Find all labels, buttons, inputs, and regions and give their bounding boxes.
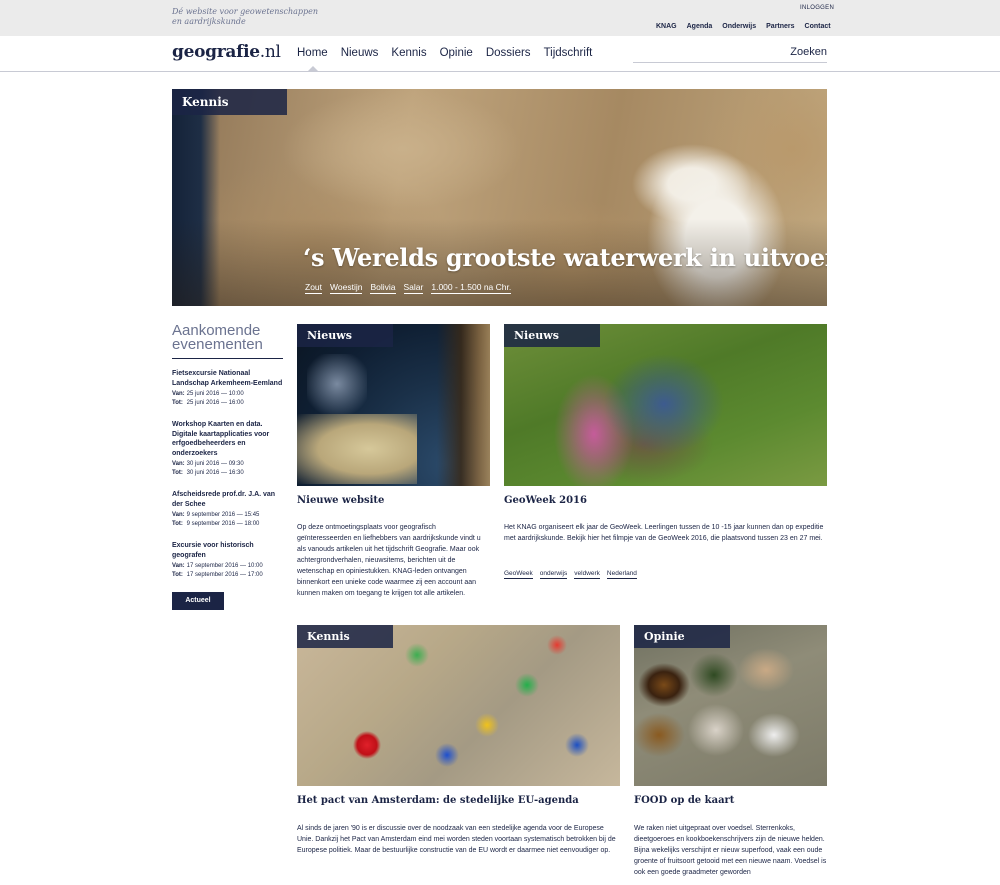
search-box: [633, 44, 827, 63]
event-from-value: 17 september 2016 — 10:00: [186, 563, 263, 569]
nav-item-opinie[interactable]: Opinie: [440, 47, 473, 59]
hero-tag[interactable]: Salar: [403, 282, 424, 294]
event-to: Tot: 17 september 2016 — 17:00: [172, 571, 283, 580]
hero-feature[interactable]: Kennis ‘s Werelds grootste waterwerk in …: [172, 89, 827, 306]
top-bar: Dé website voor geowetenschappen en aard…: [0, 0, 1000, 37]
event-from-label: Van:: [172, 512, 185, 518]
globe-shape: [297, 414, 417, 484]
article-category-label: Nieuws: [297, 324, 393, 347]
event-to-value: 25 juni 2016 — 16:00: [186, 400, 244, 406]
event-to-value: 9 september 2016 — 18:00: [186, 521, 260, 527]
top-link-partners[interactable]: Partners: [766, 23, 794, 30]
event-to-label: Tot:: [172, 572, 183, 578]
article-tag[interactable]: onderwijs: [539, 570, 568, 579]
event-from-value: 25 juni 2016 — 10:00: [186, 391, 244, 397]
article-card[interactable]: Nieuws GeoWeek 2016 Het KNAG organiseert…: [504, 324, 827, 584]
article-category-label: Opinie: [634, 625, 730, 648]
event-title[interactable]: Afscheidsrede prof.dr. J.A. van der Sche…: [172, 490, 283, 509]
event-from: Van: 30 juni 2016 — 09:30: [172, 460, 283, 469]
article-excerpt: Al sinds de jaren '90 is er discussie ov…: [297, 825, 616, 854]
event-from: Van: 25 juni 2016 — 10:00: [172, 390, 283, 399]
globe-rim: [437, 324, 490, 486]
article-card[interactable]: Kennis Het pact van Amsterdam: de stedel…: [297, 625, 620, 870]
top-link-onderwijs[interactable]: Onderwijs: [722, 23, 756, 30]
event-from-value: 30 juni 2016 — 09:30: [186, 461, 244, 467]
event-title[interactable]: Excursie voor historisch geografen: [172, 541, 283, 560]
top-link-knag[interactable]: KNAG: [656, 23, 677, 30]
hero-tag[interactable]: Woestijn: [330, 282, 363, 294]
event-item[interactable]: Afscheidsrede prof.dr. J.A. van der Sche…: [172, 490, 283, 529]
logo-name: geografie: [172, 42, 260, 62]
nav-item-kennis[interactable]: Kennis: [391, 47, 426, 59]
nav-item-nieuws[interactable]: Nieuws: [341, 47, 379, 59]
tagline-line-2: en aardrijkskunde: [172, 17, 246, 26]
nav-item-home[interactable]: Home: [297, 47, 328, 59]
hero-title[interactable]: ‘s Werelds grootste waterwerk in uitvoer…: [303, 243, 827, 272]
actueel-button[interactable]: Actueel: [172, 592, 224, 610]
article-tag[interactable]: Nederland: [606, 570, 637, 579]
top-link-agenda[interactable]: Agenda: [687, 23, 713, 30]
search-input[interactable]: [637, 44, 827, 60]
logo-tld: .nl: [259, 42, 281, 62]
event-to: Tot: 30 juni 2016 — 16:30: [172, 469, 283, 478]
event-item[interactable]: Excursie voor historisch geografen Van: …: [172, 541, 283, 580]
events-heading-line-2: evenementen: [172, 336, 263, 353]
article-card[interactable]: Opinie FOOD op de kaart We raken niet ui…: [634, 625, 827, 880]
event-from-value: 9 september 2016 — 15:45: [186, 512, 260, 518]
article-tags: GeoWeek onderwijs veldwerk Nederland: [504, 570, 637, 579]
tagline-line-1: Dé website voor geowetenschappen: [172, 7, 319, 16]
login-link[interactable]: INLOGGEN: [800, 5, 834, 11]
article-title[interactable]: FOOD op de kaart: [634, 795, 734, 806]
article-image[interactable]: [504, 324, 827, 486]
article-card[interactable]: Nieuws Nieuwe website Op deze ontmoeting…: [297, 324, 490, 614]
site-logo[interactable]: geografie.nl: [172, 42, 281, 62]
event-to: Tot: 9 september 2016 — 18:00: [172, 520, 283, 529]
article-category-label: Kennis: [297, 625, 393, 648]
hero-tag[interactable]: Zout: [305, 282, 323, 294]
event-item[interactable]: Fietsexcursie Nationaal Landschap Arkemh…: [172, 369, 283, 408]
event-title[interactable]: Workshop Kaarten en data. Digitale kaart…: [172, 420, 283, 458]
article-title[interactable]: GeoWeek 2016: [504, 495, 587, 506]
event-to-label: Tot:: [172, 521, 183, 527]
nav-item-tijdschrift[interactable]: Tijdschrift: [544, 47, 593, 59]
nav-item-dossiers[interactable]: Dossiers: [486, 47, 531, 59]
article-tag[interactable]: veldwerk: [574, 570, 600, 579]
hero-tag[interactable]: Bolivia: [370, 282, 396, 294]
event-from: Van: 9 september 2016 — 15:45: [172, 511, 283, 520]
event-to-label: Tot:: [172, 470, 183, 476]
article-title[interactable]: Nieuwe website: [297, 495, 384, 506]
article-tag[interactable]: GeoWeek: [504, 570, 533, 579]
event-title[interactable]: Fietsexcursie Nationaal Landschap Arkemh…: [172, 369, 283, 388]
top-link-contact[interactable]: Contact: [805, 23, 831, 30]
article-title[interactable]: Het pact van Amsterdam: de stedelijke EU…: [297, 795, 579, 806]
article-image[interactable]: [297, 324, 490, 486]
article-excerpt: Op deze ontmoetingsplaats voor geografis…: [297, 524, 481, 597]
article-category-label: Nieuws: [504, 324, 600, 347]
events-sidebar: Aankomende evenementen Fietsexcursie Nat…: [172, 323, 283, 610]
events-heading: Aankomende evenementen: [172, 323, 283, 359]
article-excerpt: We raken niet uitgepraat over voedsel. S…: [634, 825, 827, 876]
event-to-label: Tot:: [172, 400, 183, 406]
event-to-value: 30 juni 2016 — 16:30: [186, 470, 244, 476]
event-from-label: Van:: [172, 391, 185, 397]
article-excerpt: Het KNAG organiseert elk jaar de GeoWeek…: [504, 524, 824, 542]
event-from-label: Van:: [172, 563, 185, 569]
top-links: KNAG Agenda Onderwijs Partners Contact: [656, 23, 831, 30]
event-to: Tot: 25 juni 2016 — 16:00: [172, 399, 283, 408]
hero-tags: Zout Woestijn Bolivia Salar 1.000 - 1.50…: [305, 282, 512, 294]
event-to-value: 17 september 2016 — 17:00: [186, 572, 263, 578]
site-tagline: Dé website voor geowetenschappen en aard…: [172, 7, 318, 27]
globe-shape: [307, 354, 367, 414]
hero-tag[interactable]: 1.000 - 1.500 na Chr.: [431, 282, 512, 294]
article-image[interactable]: [634, 625, 827, 786]
event-item[interactable]: Workshop Kaarten en data. Digitale kaart…: [172, 420, 283, 478]
active-nav-indicator-icon: [308, 66, 318, 71]
main-nav: Home Nieuws Kennis Opinie Dossiers Tijds…: [297, 47, 592, 59]
article-image[interactable]: [297, 625, 620, 786]
hero-category-label: Kennis: [172, 89, 287, 115]
event-from-label: Van:: [172, 461, 185, 467]
event-from: Van: 17 september 2016 — 10:00: [172, 562, 283, 571]
